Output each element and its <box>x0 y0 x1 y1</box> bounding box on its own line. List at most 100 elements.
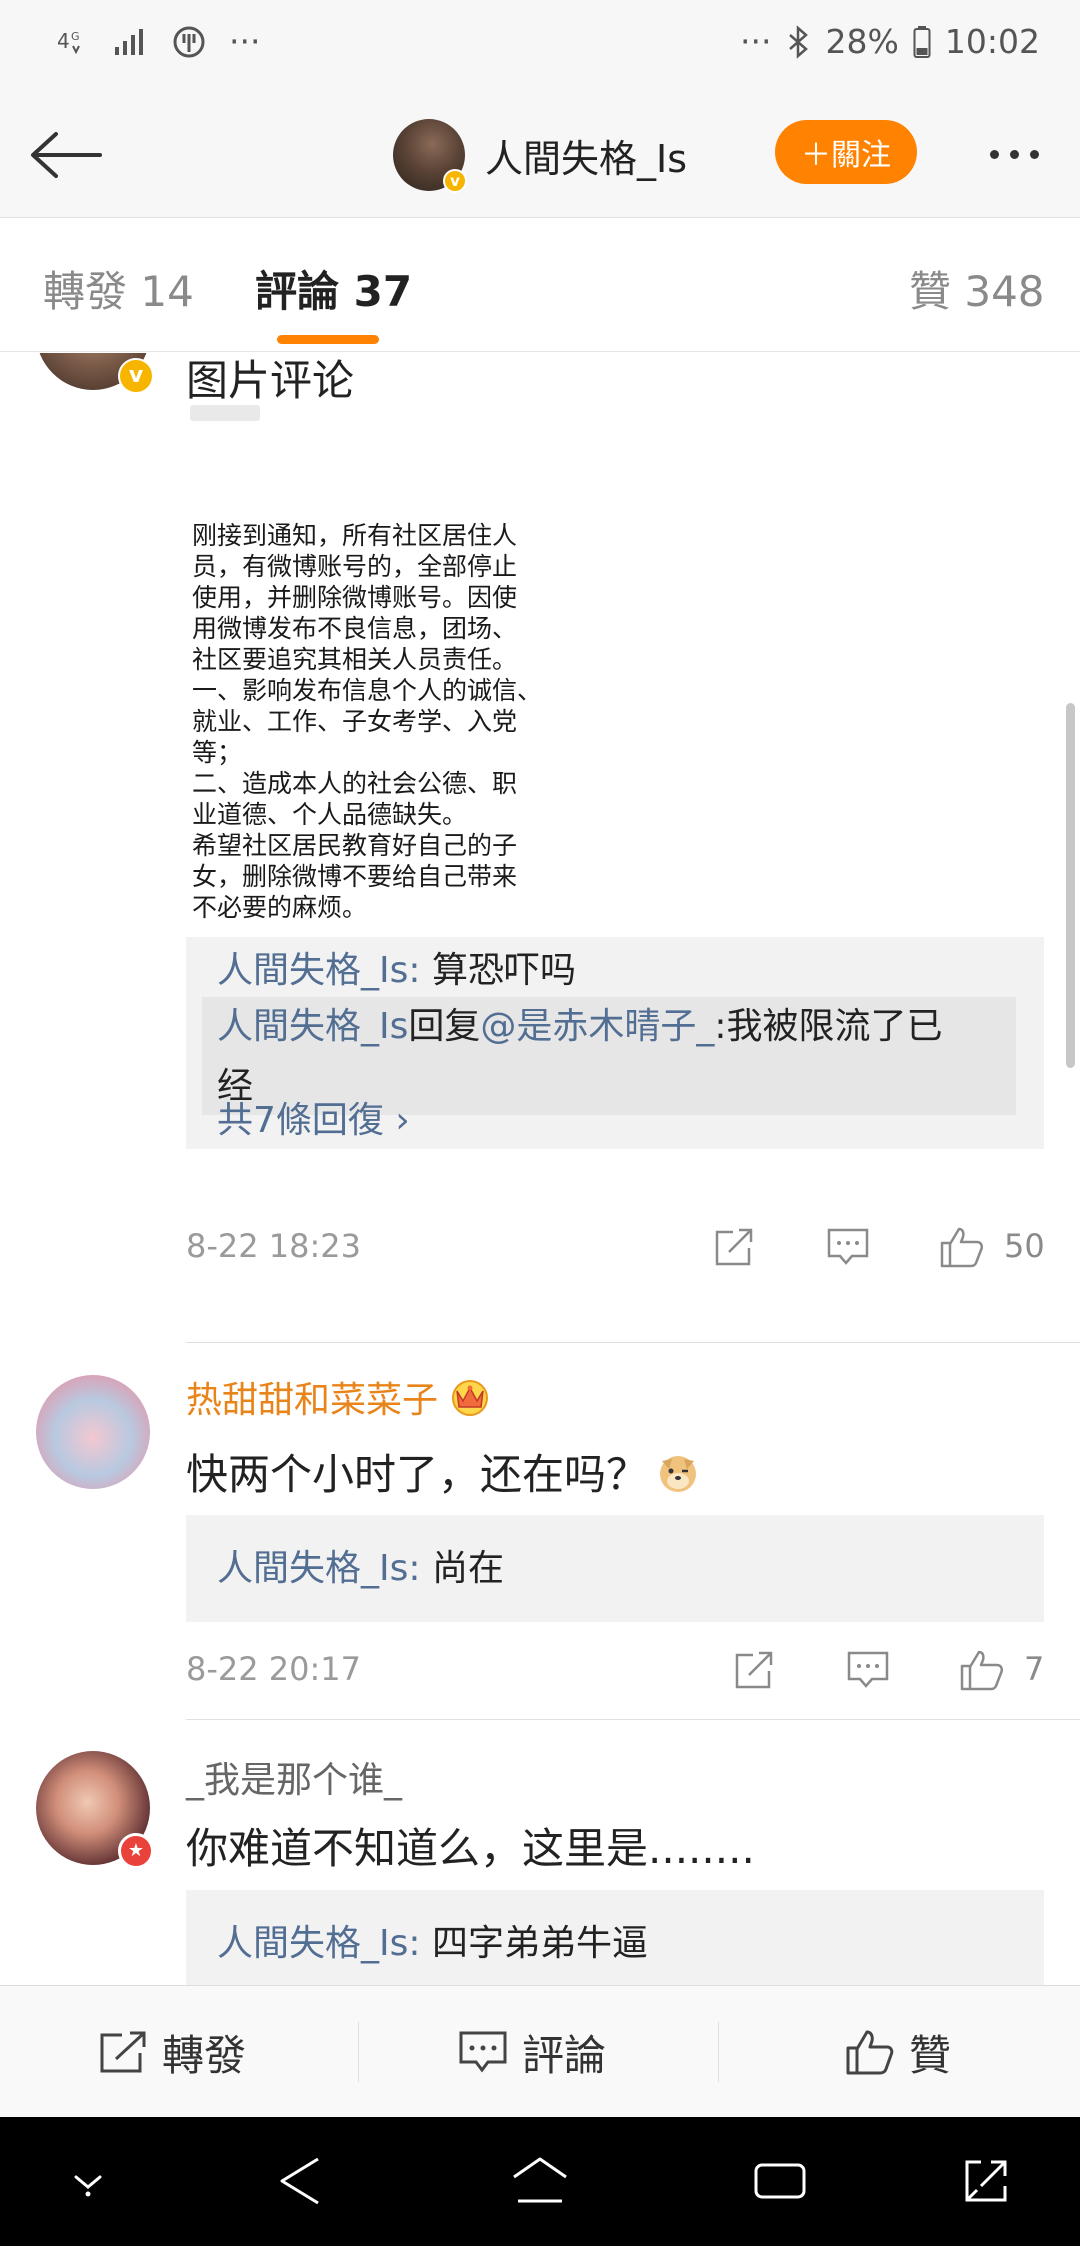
home-icon <box>513 2157 567 2203</box>
active-tab-indicator <box>277 335 379 344</box>
tab-repost[interactable]: 轉發 14 <box>43 258 194 319</box>
reply-box[interactable]: 人間失格_Is: 尚在 <box>186 1515 1044 1622</box>
share-icon <box>715 1228 753 1266</box>
comment-text: 快两个小时了，还在吗？ <box>186 1441 700 1505</box>
tab-comment[interactable]: 評論 37 <box>255 258 412 319</box>
image-text-line: 就业、工作、子女考学、入党 <box>192 707 518 736</box>
reply-button[interactable] <box>844 1646 892 1694</box>
reply-button[interactable] <box>824 1223 872 1271</box>
nav-hide-keyboard-button[interactable] <box>48 2143 128 2219</box>
nav-home-button[interactable] <box>500 2143 580 2219</box>
thumbs-up-icon <box>960 1650 1004 1691</box>
data-saver-icon <box>171 24 207 60</box>
avatar[interactable]: v <box>393 119 467 193</box>
nav-recents-button[interactable] <box>740 2143 820 2219</box>
image-text-line: 刚接到通知，所有社区居住人 <box>192 521 518 550</box>
like-button[interactable] <box>938 1223 986 1271</box>
image-text-line: 等； <box>192 738 243 767</box>
like-button[interactable] <box>958 1646 1006 1694</box>
comment-text-content: 快两个小时了，还在吗？ <box>186 1450 649 1499</box>
action-separator <box>718 2022 719 2082</box>
comment-user-name[interactable]: _我是那个谁_ <box>186 1751 402 1803</box>
signal-icon <box>113 27 149 57</box>
image-watermark-top <box>190 405 260 421</box>
tab-like[interactable]: 贊 348 <box>909 258 1045 319</box>
comment-user-name[interactable]: 热甜甜和菜菜子 <box>186 1371 492 1425</box>
image-text-line: 使用，并删除微博账号。因使 <box>192 583 518 612</box>
chevron-down-icon <box>74 2175 102 2197</box>
reply-box[interactable]: 人間失格_Is: 算恐吓吗 人間失格_Is回复@是赤木晴子_:我被限流了已 经 … <box>186 937 1044 1149</box>
more-options-button[interactable] <box>978 132 1050 176</box>
reply-user-link[interactable]: 人間失格_Is <box>217 1923 408 1964</box>
network-4g-icon: 4G <box>55 24 91 60</box>
battery-percent: 28% <box>825 22 899 61</box>
avatar[interactable]: v <box>36 353 154 394</box>
like-button[interactable]: 贊 <box>845 1986 951 2118</box>
repost-label[interactable]: 轉發 <box>162 2022 246 2083</box>
comment-user-name-text[interactable]: 热甜甜和菜菜子 <box>186 1380 438 1421</box>
image-text-line: 业道德、个人品德缺失。 <box>192 800 468 829</box>
svg-text:4: 4 <box>57 29 70 53</box>
thumbs-up-icon <box>940 1227 984 1268</box>
tab-bar: 轉發 14 評論 37 贊 348 <box>0 218 1080 352</box>
verified-badge-icon: v <box>118 358 154 394</box>
reply-line[interactable]: 人間失格_Is: 四字弟弟牛逼 <box>217 1914 648 1974</box>
reply-text: :我被限流了已 <box>714 1006 943 1047</box>
reply-text: 算恐吓吗 <box>431 950 576 991</box>
bluetooth-icon <box>786 24 812 59</box>
comment-image[interactable]: 刚接到通知，所有社区居住人 员，有微博账号的，全部停止 使用，并删除微博账号。因… <box>186 405 566 957</box>
system-navigation-bar <box>0 2117 1080 2246</box>
comment-date: 8-22 20:17 <box>186 1650 362 1688</box>
comment-label[interactable]: 評論 <box>522 2022 606 2083</box>
reply-line[interactable]: 人間失格_Is: 算恐吓吗 <box>217 941 576 1001</box>
divider <box>186 1342 1080 1343</box>
avatar[interactable] <box>36 1375 150 1489</box>
share-button[interactable] <box>710 1223 758 1271</box>
comment-button[interactable]: 評論 <box>458 1986 606 2118</box>
share-button[interactable] <box>730 1646 778 1694</box>
avatar[interactable]: ★ <box>36 1751 154 1869</box>
image-text-line: 社区要追究其相关人员责任。 <box>192 645 518 674</box>
reply-user-link[interactable]: 人間失格_Is <box>217 1006 408 1047</box>
more-replies-link[interactable]: 共7條回復 › <box>217 1091 410 1143</box>
more-dot-icon <box>1009 149 1019 159</box>
image-text-line: 一、影响发布信息个人的诚信、 <box>192 676 543 705</box>
comment-meta: 8-22 18:23 50 <box>186 1215 1045 1275</box>
image-text-line: 二、造成本人的社会公德、职 <box>192 769 518 798</box>
comment-feed[interactable]: v 图片评论 刚接到通知，所有社区居住人 员，有微博账号的，全部停止 使用，并删… <box>0 353 1080 1985</box>
header-user[interactable]: v 人間失格_Is <box>393 117 687 193</box>
back-arrow-icon <box>31 132 102 178</box>
reply-line[interactable]: 人間失格_Is: 尚在 <box>217 1539 504 1599</box>
nav-back-button[interactable] <box>260 2143 340 2219</box>
comment-text: 图片评论 <box>186 356 355 405</box>
reply-text: 尚在 <box>431 1548 504 1589</box>
verified-badge-icon: v <box>443 169 467 193</box>
header-user-name[interactable]: 人間失格_Is <box>485 128 687 183</box>
vip-crown-icon <box>448 1376 492 1425</box>
reply-separator: : <box>408 1548 432 1589</box>
follow-button[interactable]: ＋關注 <box>775 120 917 184</box>
back-button[interactable] <box>28 120 108 190</box>
like-label[interactable]: 贊 <box>909 2022 951 2083</box>
reply-user-link[interactable]: 人間失格_Is <box>217 950 408 991</box>
reply-box[interactable]: 人間失格_Is: 四字弟弟牛逼 <box>186 1890 1044 1985</box>
reply-user-link[interactable]: 人間失格_Is <box>217 1548 408 1589</box>
scrollbar-thumb[interactable] <box>1066 703 1075 1068</box>
more-dot-icon <box>989 149 999 159</box>
reply-separator: : <box>408 1923 432 1964</box>
comment-meta: 8-22 20:17 7 <box>186 1638 1044 1698</box>
comment-text: 你难道不知道么，这里是........ <box>186 1824 755 1873</box>
bottom-action-bar: 轉發 評論 贊 <box>0 1985 1080 2117</box>
nav-expand-button[interactable] <box>946 2143 1026 2219</box>
repost-button[interactable]: 轉發 <box>98 1986 246 2118</box>
like-count: 50 <box>1004 1227 1045 1265</box>
comment-icon <box>459 2031 507 2073</box>
triangle-back-icon <box>280 2157 319 2205</box>
battery-icon <box>913 25 931 59</box>
status-bar: 4G ··· ··· 28% 10:02 <box>0 0 1080 92</box>
doge-emoji-icon <box>656 1451 700 1505</box>
image-text-line: 女，删除微博不要给自己带来 <box>192 862 518 891</box>
mention-link[interactable]: @是赤木晴子_ <box>480 1006 714 1047</box>
reply-text: 四字弟弟牛逼 <box>431 1923 648 1964</box>
recents-icon <box>754 2163 806 2199</box>
